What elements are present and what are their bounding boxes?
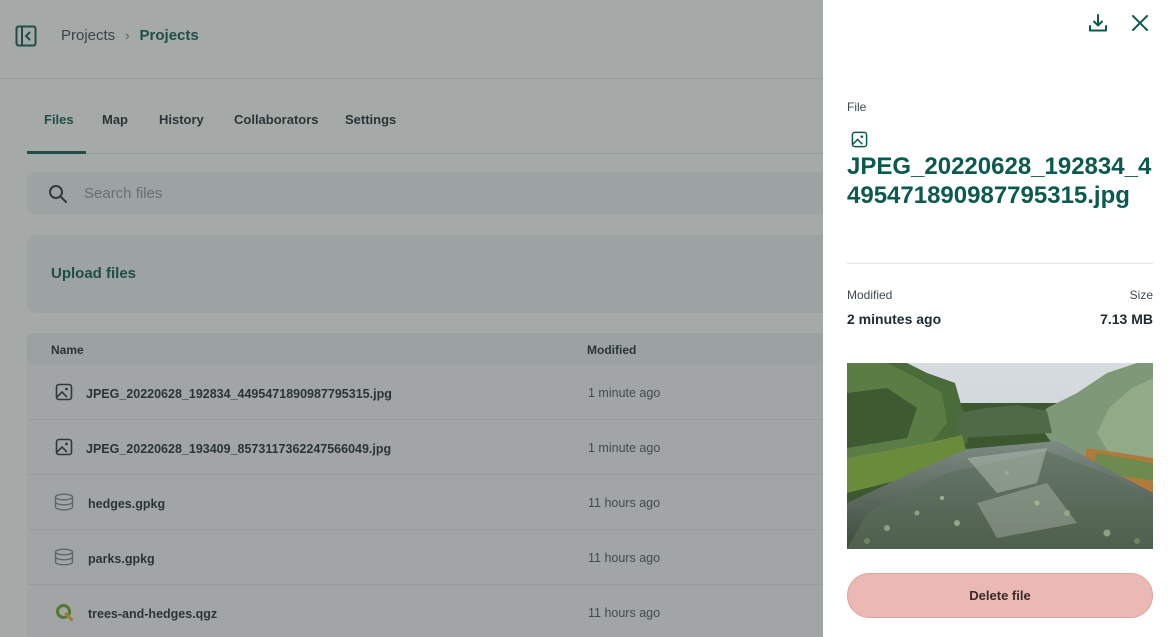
modified-value: 2 minutes ago [847,311,942,327]
file-title: JPEG_20220628_192834_4495471890987795315… [847,153,1152,209]
image-icon [851,131,868,148]
size-label: Size [1129,288,1153,302]
close-icon[interactable] [1129,12,1151,34]
modified-label: Modified [847,288,893,302]
download-icon[interactable] [1087,12,1109,34]
file-section-label: File [847,100,867,114]
photo-preview-image [847,363,1153,549]
size-value: 7.13 MB [1100,311,1153,327]
modal-backdrop[interactable] [0,0,823,637]
file-details-drawer: File JPEG_20220628_192834_44954718909877… [823,0,1173,637]
divider [847,263,1153,264]
delete-file-button[interactable]: Delete file [847,573,1153,618]
image-preview [847,363,1153,549]
